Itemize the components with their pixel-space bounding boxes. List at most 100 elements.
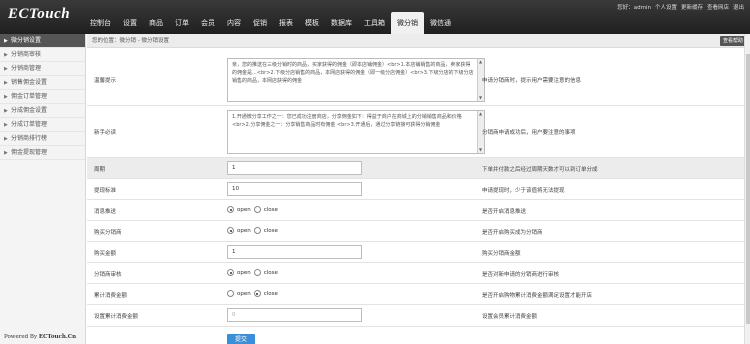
sidebar-item-distributor-audit[interactable]: ▶ 分销商审核 [0, 48, 85, 62]
form-row-consume-amount: 设置累计消费金额 0 设置会员累计消费金额 [87, 305, 750, 327]
audit-close-radio[interactable] [253, 269, 261, 276]
radio-label-open: open [237, 227, 251, 234]
notice-note: 申请分销商时，提示用户需要注意的信息 [482, 78, 582, 84]
withdraw-min-label: 提现标准 [94, 188, 117, 194]
nav-templates[interactable]: 模板 [299, 12, 325, 34]
nav-dashboard[interactable]: 控制台 [84, 12, 117, 34]
withdraw-min-input[interactable]: 10 [227, 182, 362, 196]
logo[interactable]: ECTouch [8, 6, 78, 28]
nav-goods[interactable]: 商品 [143, 12, 169, 34]
nav-content[interactable]: 内容 [221, 12, 247, 34]
sidebar-item-label: 佣金提现管理 [11, 149, 48, 156]
rules-value: 1.开通微分享工作之一：您已成功注册商店，分享佣金如下：得益于商户在商城上的分销… [232, 114, 462, 128]
sidebar-item-share-orders[interactable]: ▶ 分成订单管理 [0, 118, 85, 132]
clear-cache-link[interactable]: 更新缓存 [681, 3, 703, 11]
nav-members[interactable]: 会员 [195, 12, 221, 34]
sidebar-item-distribution-settings[interactable]: ▶ 微分销设置 [0, 34, 85, 48]
form-row-rules: 新手必读 1.开通微分享工作之一：您已成功注册商店，分享佣金如下：得益于商户在商… [87, 106, 750, 158]
powered-brand[interactable]: ECTouch.Cn [39, 334, 76, 340]
buy-distributor-label: 购买分销商 [94, 230, 122, 236]
sidebar: ▶ 微分销设置 ▶ 分销商审核 ▶ 分销商管理 ▶ 销售佣金设置 ▶ 佣金订单管理 ▶ 分成… [0, 34, 86, 344]
consume-open-radio[interactable] [227, 290, 234, 297]
nav-database[interactable]: 数据库 [325, 12, 358, 34]
form-row-buy-distributor: 购买分销商 open close 是否开启购买成为分销商 [87, 221, 750, 242]
arrow-right-icon: ▶ [4, 122, 8, 128]
main-nav: 控制台 设置 商品 订单 会员 内容 促销 报表 模板 数据库 工具箱 微分销 … [84, 12, 457, 34]
nav-tools[interactable]: 工具箱 [358, 12, 391, 34]
sidebar-item-withdraw[interactable]: ▶ 佣金提现管理 [0, 146, 85, 160]
nav-settings[interactable]: 设置 [117, 12, 143, 34]
msg-push-close-radio[interactable] [253, 206, 261, 213]
radio-label-open: open [237, 290, 251, 297]
sidebar-item-label: 分销商管理 [11, 65, 42, 72]
arrow-right-icon: ▶ [4, 52, 8, 58]
arrow-right-icon: ▶ [4, 108, 8, 114]
rules-textarea[interactable]: 1.开通微分享工作之一：您已成功注册商店，分享佣金如下：得益于商户在商城上的分销… [227, 110, 485, 154]
radio-label-close: close [263, 206, 278, 213]
audit-radios: open close [227, 269, 278, 276]
sidebar-item-label: 分成佣金设置 [11, 107, 48, 114]
buy-amount-input[interactable]: 1 [227, 245, 362, 259]
buy-amount-note: 购买分销商金额 [482, 251, 521, 257]
top-bar: ECTouch 控制台 设置 商品 订单 会员 内容 促销 报表 模板 数据库 … [0, 0, 750, 34]
sidebar-item-label: 微分销设置 [11, 37, 42, 44]
consume-close-radio[interactable] [253, 290, 261, 297]
sidebar-item-share-settings[interactable]: ▶ 分成佣金设置 [0, 104, 85, 118]
sidebar-item-ranking[interactable]: ▶ 分销商排行榜 [0, 132, 85, 146]
sidebar-item-commission-orders[interactable]: ▶ 佣金订单管理 [0, 90, 85, 104]
nav-wechat[interactable]: 微信通 [424, 12, 457, 34]
msg-push-note: 是否开启消息推送 [482, 209, 527, 215]
form-row-period: 周期 1 下单并付款之后经过周期天数才可以到订单分成 [87, 158, 750, 179]
period-input[interactable]: 1 [227, 161, 362, 175]
greeting: 您好：admin [617, 5, 651, 11]
view-site-link[interactable]: 查看网店 [707, 3, 729, 11]
msg-push-open-radio[interactable] [227, 206, 234, 213]
withdraw-min-note: 申请提现时，少于该值将无法提现 [482, 188, 565, 194]
submit-button[interactable]: 提交 [227, 334, 255, 344]
form-row-withdraw-min: 提现标准 10 申请提现时，少于该值将无法提现 [87, 179, 750, 200]
nav-promotion[interactable]: 促销 [247, 12, 273, 34]
form-row-audit: 分销商审核 open close 是否对新申请的分销商进行审核 [87, 263, 750, 284]
rules-note: 分销商申请成功后，用户要注意的事项 [482, 130, 576, 136]
radio-label-open: open [237, 269, 251, 276]
nav-distribution[interactable]: 微分销 [391, 12, 424, 34]
msg-push-radios: open close [227, 206, 278, 213]
consume-amount-label: 设置累计消费金额 [94, 314, 139, 320]
sidebar-item-label: 分销商审核 [11, 51, 42, 58]
sidebar-item-label: 销售佣金设置 [11, 79, 48, 86]
top-right-links: 您好：admin 个人设置 更新缓存 查看网店 退出 [617, 3, 744, 11]
nav-orders[interactable]: 订单 [169, 12, 195, 34]
form-row-consume: 累计消费金额 open close 是否开启购物累计消费金额满足设置才能开店 [87, 284, 750, 305]
audit-label: 分销商审核 [94, 272, 122, 278]
radio-label-close: close [263, 269, 278, 276]
sidebar-item-commission-settings[interactable]: ▶ 销售佣金设置 [0, 76, 85, 90]
arrow-right-icon: ▶ [4, 94, 8, 100]
buy-distributor-note: 是否开启购买成为分销商 [482, 230, 543, 236]
sidebar-item-label: 佣金订单管理 [11, 93, 48, 100]
help-button[interactable]: 查看帮助 [719, 36, 746, 46]
buy-amount-label: 购买金额 [94, 251, 117, 257]
notice-textarea[interactable]: 亲，您的推送在三级分销时的商品，买家获得的佣金（即本店铺佣金）<br>1.本店铺… [227, 58, 485, 102]
arrow-right-icon: ▶ [4, 80, 8, 86]
buy-distributor-close-radio[interactable] [253, 227, 261, 234]
scrollbar-thumb[interactable] [746, 54, 750, 324]
form-row-msg-push: 消息推送 open close 是否开启消息推送 [87, 200, 750, 221]
arrow-right-icon: ▶ [4, 66, 8, 72]
consume-label: 累计消费金额 [94, 293, 128, 299]
logout-link[interactable]: 退出 [733, 3, 744, 11]
nav-reports[interactable]: 报表 [273, 12, 299, 34]
page-scrollbar[interactable] [744, 34, 750, 344]
msg-push-label: 消息推送 [94, 209, 117, 215]
sidebar-item-distributor-manage[interactable]: ▶ 分销商管理 [0, 62, 85, 76]
powered-prefix: Powered By [4, 334, 39, 340]
sidebar-item-label: 分销商排行榜 [11, 135, 48, 142]
rules-label: 新手必读 [94, 130, 117, 136]
sidebar-item-label: 分成订单管理 [11, 121, 48, 128]
notice-label: 温馨提示 [94, 78, 117, 84]
audit-open-radio[interactable] [227, 269, 234, 276]
radio-label-close: close [263, 290, 278, 297]
consume-amount-input[interactable]: 0 [227, 308, 362, 322]
form-row-notice: 温馨提示 亲，您的推送在三级分销时的商品，买家获得的佣金（即本店铺佣金）<br>… [87, 54, 750, 106]
buy-distributor-open-radio[interactable] [227, 227, 234, 234]
personal-settings-link[interactable]: 个人设置 [655, 3, 677, 11]
